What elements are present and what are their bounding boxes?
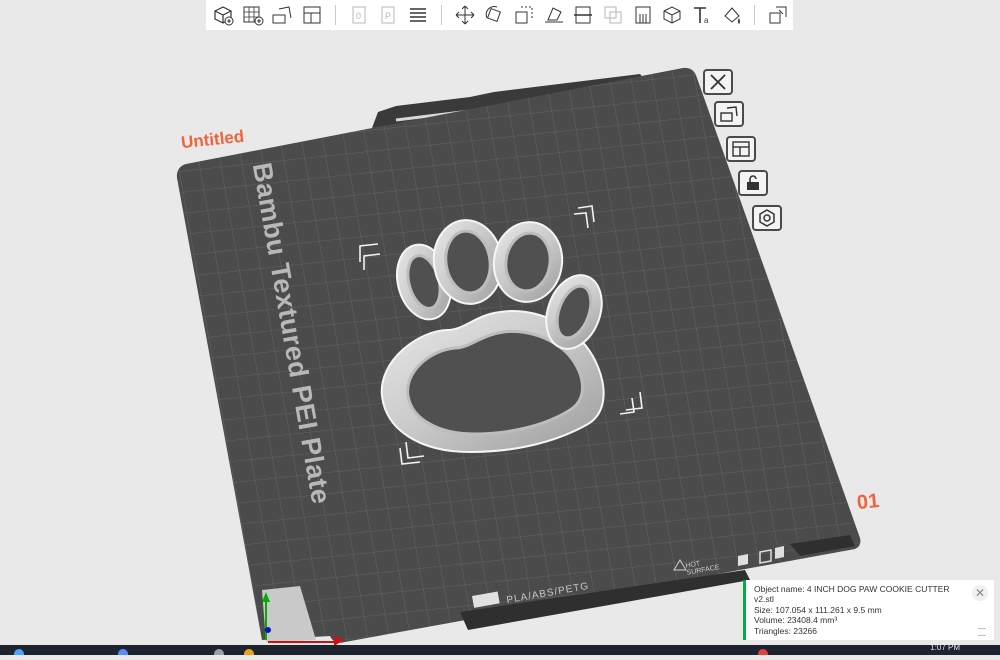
- lock-plate-icon: [747, 175, 759, 190]
- add-plate-icon: [243, 6, 263, 26]
- windows-taskbar: 1:07 PM: [0, 643, 1000, 655]
- taskbar-app-icon[interactable]: [118, 649, 128, 655]
- object-volume-text: Volume: 23408.4 mm³: [754, 615, 838, 626]
- cut-icon: [574, 6, 593, 24]
- variable-layer-height-button[interactable]: [405, 2, 431, 28]
- assembly-view-icon: [769, 6, 787, 24]
- split-objects-button[interactable]: 0: [346, 2, 372, 28]
- support-painting-icon: [635, 6, 651, 24]
- split-parts-icon: P: [381, 6, 395, 24]
- auto-orient-plate-button[interactable]: [714, 101, 744, 127]
- text-icon: a: [693, 7, 709, 25]
- add-plate-button[interactable]: [240, 2, 266, 28]
- assembly-view-button[interactable]: [765, 2, 791, 28]
- toolbar-separator: [440, 5, 442, 25]
- start-icon[interactable]: [14, 649, 24, 655]
- color-painting-button[interactable]: [719, 2, 745, 28]
- delete-plate-icon: [710, 74, 726, 90]
- add-object-icon: [214, 6, 234, 26]
- lay-on-face-button[interactable]: [541, 2, 567, 28]
- arrange-plate-icon: [732, 141, 750, 157]
- main-toolbar: 0 P a: [206, 0, 793, 30]
- taskbar-app-icon[interactable]: [214, 649, 224, 655]
- scale-icon: [515, 6, 533, 24]
- taskbar-app-icon[interactable]: [758, 649, 768, 655]
- support-painting-button[interactable]: [630, 2, 656, 28]
- svg-text:0: 0: [356, 11, 361, 21]
- add-object-button[interactable]: [210, 2, 236, 28]
- lock-plate-button[interactable]: [738, 170, 768, 196]
- split-parts-button[interactable]: P: [375, 2, 401, 28]
- object-size-text: Size: 107.054 x 111.261 x 9.5 mm: [754, 604, 882, 615]
- 3d-viewport[interactable]: Untitled 01 Bambu Textured PEI Plate PLA…: [0, 0, 1000, 655]
- build-plate-graphic: [176, 67, 861, 646]
- boolean-icon: [604, 6, 622, 24]
- svg-text:P: P: [385, 11, 391, 21]
- text-button[interactable]: a: [689, 2, 715, 28]
- color-painting-icon: [723, 7, 740, 24]
- boolean-button[interactable]: [600, 2, 626, 28]
- seam-painting-button[interactable]: [659, 2, 685, 28]
- split-objects-icon: 0: [352, 6, 365, 24]
- move-icon: [455, 5, 474, 25]
- arrange-button[interactable]: [299, 2, 325, 28]
- plate-settings-icon: [759, 209, 775, 227]
- delete-plate-button[interactable]: [703, 69, 733, 95]
- seam-painting-icon: [663, 6, 681, 24]
- variable-layer-height-icon: [409, 8, 426, 22]
- lay-on-face-icon: [544, 7, 563, 23]
- resize-handle-icon[interactable]: [978, 628, 986, 636]
- svg-text:a: a: [704, 16, 709, 25]
- rotate-button[interactable]: [481, 2, 507, 28]
- auto-orient-plate-icon: [720, 106, 738, 122]
- taskbar-clock[interactable]: 1:07 PM: [930, 643, 960, 652]
- auto-orient-button[interactable]: [269, 2, 295, 28]
- arrange-icon: [303, 6, 321, 24]
- plate-settings-button[interactable]: [752, 205, 782, 231]
- move-button[interactable]: [452, 2, 478, 28]
- cut-button[interactable]: [570, 2, 596, 28]
- taskbar-app-icon[interactable]: [244, 649, 254, 655]
- close-icon[interactable]: ✕: [972, 585, 988, 601]
- rotate-icon: [485, 6, 502, 23]
- auto-orient-icon: [272, 6, 292, 24]
- toolbar-separator: [334, 5, 336, 25]
- scale-button[interactable]: [511, 2, 537, 28]
- toolbar-separator: [754, 5, 756, 25]
- arrange-plate-button[interactable]: [726, 136, 756, 162]
- plate-number-label: 01: [855, 489, 881, 515]
- object-info-panel: Object name: 4 INCH DOG PAW COOKIE CUTTE…: [743, 580, 994, 640]
- object-triangles-text: Triangles: 23266: [754, 625, 818, 636]
- object-name-text: Object name: 4 INCH DOG PAW COOKIE CUTTE…: [754, 584, 950, 605]
